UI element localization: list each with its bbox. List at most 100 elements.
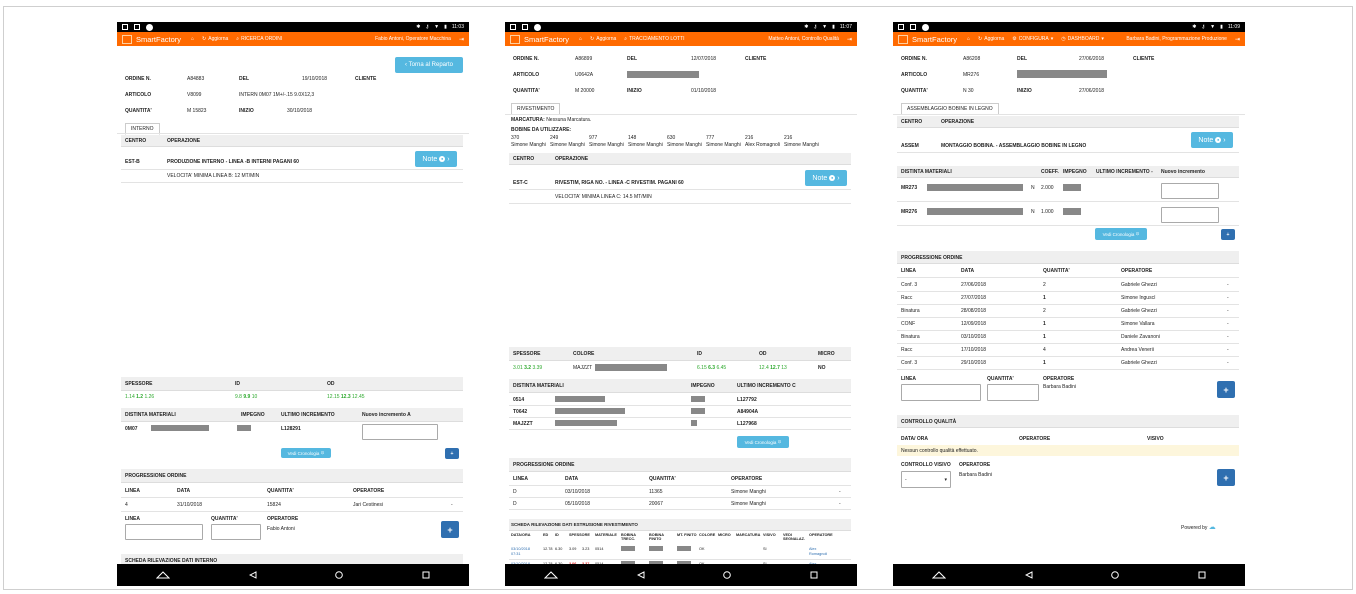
qty-header: QUANTITA' xyxy=(1043,268,1070,274)
progression-line: Racc xyxy=(901,347,913,353)
progression-action[interactable]: - xyxy=(1227,321,1229,327)
progression-action[interactable]: - xyxy=(1227,295,1229,301)
progression-action[interactable]: - xyxy=(1227,282,1229,288)
progression-date: 17/10/2018 xyxy=(961,347,987,353)
progression-operator: Andrea Venerii xyxy=(1121,347,1154,353)
refresh-button[interactable]: ↻ Aggiorna xyxy=(590,36,616,42)
home-circle-icon[interactable] xyxy=(335,571,344,579)
home-button[interactable]: ⌂ xyxy=(191,36,194,42)
new-increment-input[interactable] xyxy=(362,424,438,440)
search-orders-button[interactable]: ⌕ RICERCA ORDINI xyxy=(236,36,282,42)
logout-icon[interactable]: ⇥ xyxy=(459,36,464,43)
recents-icon[interactable] xyxy=(810,571,818,579)
home-button[interactable]: ⌂ xyxy=(579,36,582,42)
progression-action[interactable]: - xyxy=(839,489,841,495)
back-icon[interactable] xyxy=(636,571,645,579)
status-bar: ✱ ⚷ ▼ ▮ 11:09 xyxy=(893,22,1245,32)
up-icon[interactable] xyxy=(932,571,947,579)
progression-qty: 1 xyxy=(1043,334,1046,340)
recents-icon[interactable] xyxy=(1198,571,1206,579)
operator-header: OPERATORE xyxy=(731,476,763,482)
progression-operator: Gabriele Ghezzi xyxy=(1121,308,1157,314)
add-progression-button[interactable]: + xyxy=(1217,381,1235,398)
coil-number: 630 xyxy=(667,135,676,141)
progression-qty: 20067 xyxy=(649,501,663,507)
quantity-input[interactable] xyxy=(987,384,1039,401)
progression-action[interactable]: - xyxy=(1227,334,1229,340)
color-header: COLORE xyxy=(573,351,595,357)
note-button[interactable]: Note ● › xyxy=(1191,132,1233,148)
line-input[interactable] xyxy=(901,384,981,401)
operation-name: MONTAGGIO BOBINA. - ASSEMBLAGGIO BOBINE … xyxy=(941,143,1087,149)
new-increment-input[interactable] xyxy=(1161,183,1219,199)
order-label: ORDINE N. xyxy=(513,56,539,62)
od-header: OD xyxy=(759,351,767,357)
sheet-header: BOBINA FINITO xyxy=(649,533,664,541)
lot-tracking-button[interactable]: ⌕ TRACCIAMENTO LOTTI xyxy=(624,36,684,42)
row-divider xyxy=(121,182,463,183)
material-last-increment: L128291 xyxy=(281,426,301,432)
home-button[interactable]: ⌂ xyxy=(967,36,970,42)
logout-icon[interactable]: ⇥ xyxy=(1235,36,1240,43)
progression-operator: Gabriele Ghezzi xyxy=(1121,282,1157,288)
client-label: CLIENTE xyxy=(1133,56,1155,62)
progression-action[interactable]: - xyxy=(1227,360,1229,366)
logout-icon[interactable]: ⇥ xyxy=(847,36,852,43)
progression-qty: 1 xyxy=(1043,321,1046,327)
quantity-input[interactable] xyxy=(211,524,261,540)
back-icon[interactable] xyxy=(248,571,257,579)
progression-action[interactable]: - xyxy=(839,501,841,507)
progression-qty: 1 xyxy=(1043,360,1046,366)
progression-action[interactable]: - xyxy=(451,502,453,508)
page-content: ‹ Torna al Reparto ORDINE N. A84883 DEL … xyxy=(117,46,469,564)
new-increment-input[interactable] xyxy=(1161,207,1219,223)
row-divider xyxy=(121,169,463,170)
thickness-values: 1.14 1.2 1.26 xyxy=(125,394,155,400)
row-divider xyxy=(509,559,851,560)
home-circle-icon[interactable] xyxy=(723,571,732,579)
add-increment-button[interactable]: + xyxy=(1221,229,1235,240)
add-progression-button[interactable]: + xyxy=(441,521,459,538)
recents-icon[interactable] xyxy=(422,571,430,579)
start-label: INIZIO xyxy=(1017,88,1032,94)
refresh-button[interactable]: ↻ Aggiorna xyxy=(202,36,228,42)
material-code: T0642 xyxy=(513,409,528,415)
sheet-color: OK xyxy=(699,547,705,551)
note-button[interactable]: Note ● › xyxy=(805,170,847,186)
add-quality-button[interactable]: + xyxy=(1217,469,1235,486)
coil-number: 977 xyxy=(589,135,598,141)
phone-screen-1: ✱ ⚷ ▼ ▮ 11:03 SmartFactory ⌂ ↻ Aggiorna ⌕ RICE… xyxy=(117,22,469,586)
refresh-button[interactable]: ↻ Aggiorna xyxy=(978,36,1004,42)
micro-value: NO xyxy=(818,365,826,371)
up-icon[interactable] xyxy=(544,571,559,579)
commitment-header: IMPEGNO xyxy=(241,412,265,418)
dashboard-menu[interactable]: ◷ DASHBOARD ▾ xyxy=(1061,36,1104,42)
line-input[interactable] xyxy=(125,524,203,540)
back-icon[interactable] xyxy=(1024,571,1033,579)
progression-action[interactable]: - xyxy=(1227,308,1229,314)
note-button[interactable]: Note ● › xyxy=(415,151,457,167)
back-to-department-button[interactable]: ‹ Torna al Reparto xyxy=(395,57,463,73)
configure-menu[interactable]: ⚙ CONFIGURA ▾ xyxy=(1012,36,1053,42)
image-icon xyxy=(898,24,904,30)
progression-operator: Jari Cestinesi xyxy=(353,502,384,508)
bluetooth-icon: ✱ xyxy=(1192,24,1197,30)
view-history-button[interactable]: Vedi Cronologia ⊙ xyxy=(281,448,331,458)
add-increment-button[interactable]: + xyxy=(445,448,459,459)
up-icon[interactable] xyxy=(156,571,171,579)
user-name: Barbara Badini, Programmazione Produzion… xyxy=(1126,36,1227,42)
progression-action[interactable]: - xyxy=(1227,347,1229,353)
coil-number: 216 xyxy=(745,135,754,141)
brand-logo-icon xyxy=(510,34,520,44)
home-circle-icon[interactable] xyxy=(1111,571,1120,579)
coil-number: 370 xyxy=(511,135,520,141)
coil-operator: Simone Manghi xyxy=(550,142,585,148)
sheet-visual: SI xyxy=(763,547,767,551)
sheet-header: SPESSORE xyxy=(569,533,590,537)
clock: 11:09 xyxy=(1227,24,1240,30)
material-unit: N xyxy=(1031,209,1035,215)
view-history-button[interactable]: Vedi Cronologia ⊙ xyxy=(737,436,789,448)
visual-check-select[interactable]: - ▾ xyxy=(901,471,951,488)
view-history-button[interactable]: Vedi Cronologia ⊙ xyxy=(1095,228,1147,240)
sheet-operator: Alex xyxy=(809,547,817,551)
